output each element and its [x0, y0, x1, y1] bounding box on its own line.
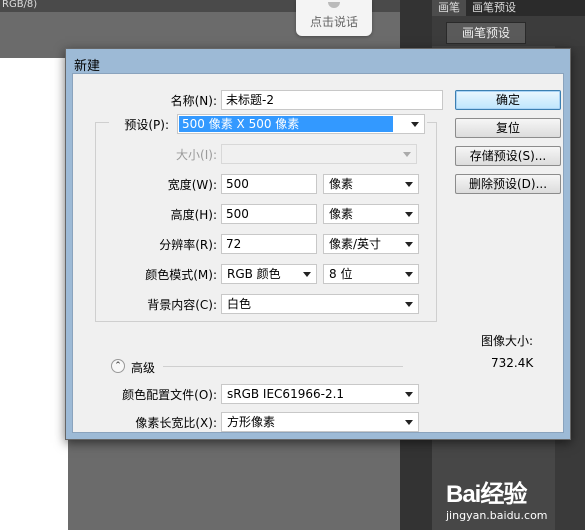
pixel-aspect-value: 方形像素 [227, 415, 276, 429]
name-label: 名称(N): [170, 94, 217, 108]
resolution-unit-value: 像素/英寸 [329, 237, 382, 251]
bit-depth-select[interactable]: 8 位 [323, 264, 419, 284]
chevron-down-icon [403, 152, 411, 157]
color-profile-select[interactable]: sRGB IEC61966-2.1 [221, 384, 419, 404]
tab-brush[interactable]: 画笔 [432, 0, 466, 16]
preset-select[interactable]: 500 像素 X 500 像素 [177, 114, 425, 134]
speak-button-label: 点击说话 [309, 15, 358, 29]
color-mode-label: 颜色模式(M): [145, 268, 217, 282]
baidu-jingyan-watermark: Bai经验 jingyan.baidu.com [446, 474, 581, 526]
preset-label: 预设(P): [124, 118, 169, 132]
brush-presets-button[interactable]: 画笔预设 [446, 22, 526, 44]
bit-depth-value: 8 位 [329, 267, 353, 281]
advanced-divider [163, 366, 403, 367]
color-mode-select[interactable]: RGB 颜色 [221, 264, 317, 284]
chevron-down-icon [405, 242, 413, 247]
advanced-toggle-icon[interactable]: ⌃ [111, 359, 125, 373]
dialog-title: 新建 [74, 59, 101, 74]
resolution-unit-select[interactable]: 像素/英寸 [323, 234, 419, 254]
chevron-down-icon [405, 182, 413, 187]
height-unit-value: 像素 [329, 207, 354, 221]
watermark-logo: Bai经验 [446, 481, 527, 508]
chevron-down-icon [303, 272, 311, 277]
chevron-down-icon [405, 302, 413, 307]
preset-selected-value: 500 像素 X 500 像素 [179, 116, 393, 132]
chevron-down-icon [411, 122, 419, 127]
background-label: 背景内容(C): [147, 298, 217, 312]
watermark-site: jingyan.baidu.com [446, 509, 548, 522]
chevron-down-icon [405, 392, 413, 397]
width-unit-select[interactable]: 像素 [323, 174, 419, 194]
new-document-dialog: 新建 名称(N): 未标题-2 预设(P): 500 像素 X 500 像素 大… [65, 48, 571, 440]
microphone-icon [328, 2, 340, 8]
color-profile-value: sRGB IEC61966-2.1 [227, 387, 345, 401]
advanced-label[interactable]: 高级 [131, 359, 155, 376]
tab-brush-presets[interactable]: 画笔预设 [466, 0, 522, 16]
delete-preset-button[interactable]: 删除预设(D)... [455, 174, 561, 194]
chevron-down-icon [405, 272, 413, 277]
width-input[interactable]: 500 [221, 174, 317, 194]
color-mode-value: RGB 颜色 [227, 267, 281, 281]
panel-tabs: 画笔 画笔预设 [432, 0, 585, 16]
name-input[interactable]: 未标题-2 [221, 90, 443, 110]
size-label: 大小(I): [176, 148, 217, 162]
pixel-aspect-select[interactable]: 方形像素 [221, 412, 419, 432]
reset-button[interactable]: 复位 [455, 118, 561, 138]
size-select [221, 144, 417, 164]
pixel-aspect-label: 像素长宽比(X): [135, 416, 217, 430]
width-label: 宽度(W): [167, 178, 217, 192]
save-preset-button[interactable]: 存储预设(S)... [455, 146, 561, 166]
chevron-down-icon [405, 420, 413, 425]
height-unit-select[interactable]: 像素 [323, 204, 419, 224]
image-size-label: 图像大小: [481, 334, 534, 348]
dialog-body: 名称(N): 未标题-2 预设(P): 500 像素 X 500 像素 大小(I… [72, 73, 564, 433]
width-unit-value: 像素 [329, 177, 354, 191]
document-tab-title[interactable]: RGB/8) [0, 0, 60, 12]
height-label: 高度(H): [170, 208, 217, 222]
chevron-down-icon [405, 212, 413, 217]
resolution-label: 分辨率(R): [159, 238, 217, 252]
height-input[interactable]: 500 [221, 204, 317, 224]
background-select[interactable]: 白色 [221, 294, 419, 314]
background-value: 白色 [227, 297, 252, 311]
image-size-value: 732.4K [491, 356, 534, 370]
speak-button[interactable]: 点击说话 [296, 0, 372, 36]
resolution-input[interactable]: 72 [221, 234, 317, 254]
color-profile-label: 颜色配置文件(O): [122, 388, 217, 402]
ok-button[interactable]: 确定 [455, 90, 561, 110]
